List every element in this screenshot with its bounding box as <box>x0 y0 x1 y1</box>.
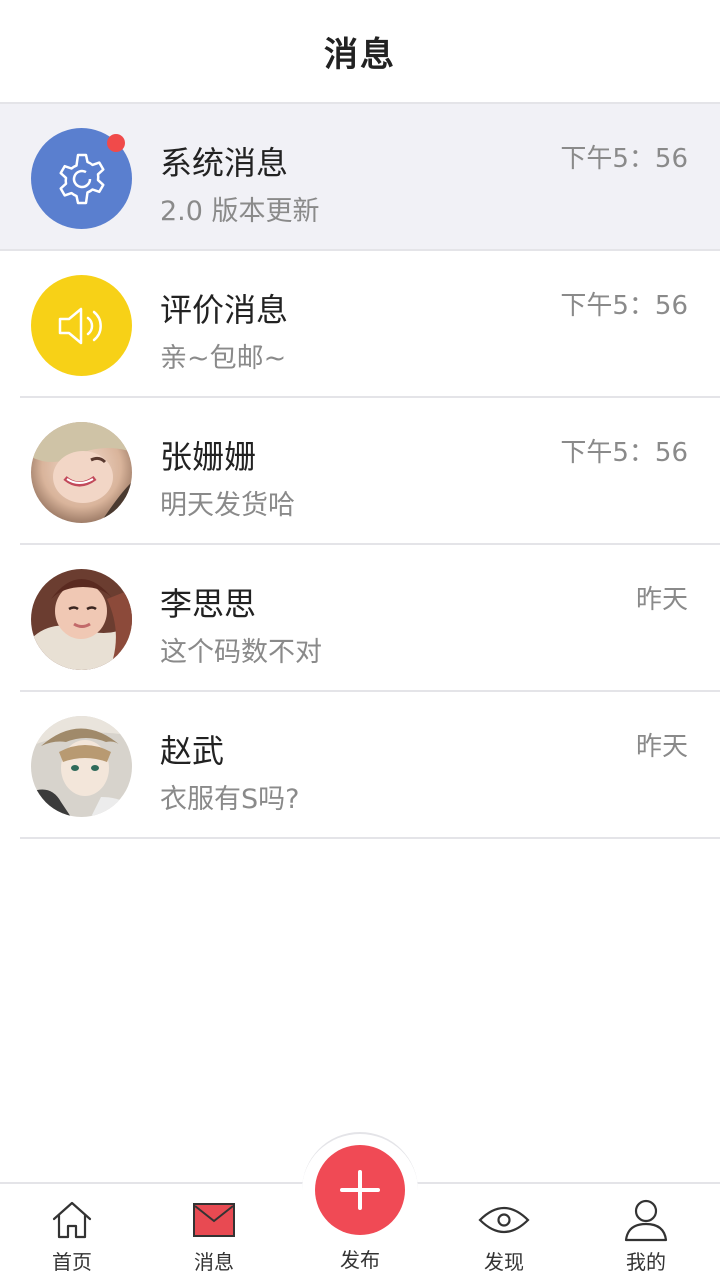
message-row-system[interactable]: 系统消息 2.0 版本更新 下午5：56 <box>0 104 720 251</box>
user-avatar <box>31 422 132 523</box>
top-bar: 消息 <box>0 0 720 104</box>
message-sender: 赵武 <box>160 732 225 770</box>
plus-icon <box>340 1170 380 1210</box>
row-divider <box>20 837 720 839</box>
publish-button[interactable] <box>315 1145 405 1235</box>
message-time: 昨天 <box>635 732 688 762</box>
user-photo <box>31 422 132 523</box>
message-sender: 李思思 <box>160 585 257 623</box>
message-row-li[interactable]: 李思思 这个码数不对 昨天 <box>0 545 720 692</box>
message-time: 下午5：56 <box>560 144 688 174</box>
tab-label: 发现 <box>484 1250 524 1274</box>
message-time: 昨天 <box>635 585 688 615</box>
review-avatar <box>31 275 132 376</box>
message-sender: 张姗姗 <box>160 438 257 476</box>
tab-label: 我的 <box>626 1250 666 1274</box>
tab-label: 消息 <box>194 1250 234 1274</box>
message-row-review[interactable]: 评价消息 亲~包邮~ 下午5：56 <box>0 251 720 398</box>
message-row-zhao[interactable]: 赵武 衣服有S吗? 昨天 <box>0 692 720 839</box>
message-list: 系统消息 2.0 版本更新 下午5：56 评价消息 亲~包邮~ 下午5：56 张… <box>0 104 720 839</box>
user-avatar <box>31 716 132 817</box>
message-preview: 亲~包邮~ <box>160 343 287 374</box>
message-sender: 系统消息 <box>160 144 289 182</box>
user-icon <box>624 1199 668 1242</box>
publish-label: 发布 <box>340 1248 380 1272</box>
message-sender: 评价消息 <box>160 291 289 329</box>
gear-icon <box>58 153 105 204</box>
message-time: 下午5：56 <box>560 291 688 321</box>
message-preview: 明天发货哈 <box>160 490 295 521</box>
speaker-icon <box>58 307 102 344</box>
message-row-zhang[interactable]: 张姗姗 明天发货哈 下午5：56 <box>0 398 720 545</box>
eye-icon <box>478 1206 530 1234</box>
user-photo <box>31 716 132 817</box>
tab-discover[interactable]: 发现 <box>432 1184 576 1280</box>
page-title: 消息 <box>324 34 396 75</box>
message-preview: 2.0 版本更新 <box>160 196 320 227</box>
user-avatar <box>31 569 132 670</box>
message-preview: 这个码数不对 <box>160 637 322 668</box>
user-photo <box>31 569 132 670</box>
message-time: 下午5：56 <box>560 438 688 468</box>
tab-home[interactable]: 首页 <box>0 1184 144 1280</box>
home-icon <box>52 1201 92 1239</box>
mail-icon <box>193 1203 235 1237</box>
tab-label: 首页 <box>52 1250 92 1274</box>
tab-messages[interactable]: 消息 <box>142 1184 286 1280</box>
unread-badge <box>107 134 125 152</box>
tab-mine[interactable]: 我的 <box>574 1184 718 1280</box>
message-preview: 衣服有S吗? <box>160 784 300 815</box>
